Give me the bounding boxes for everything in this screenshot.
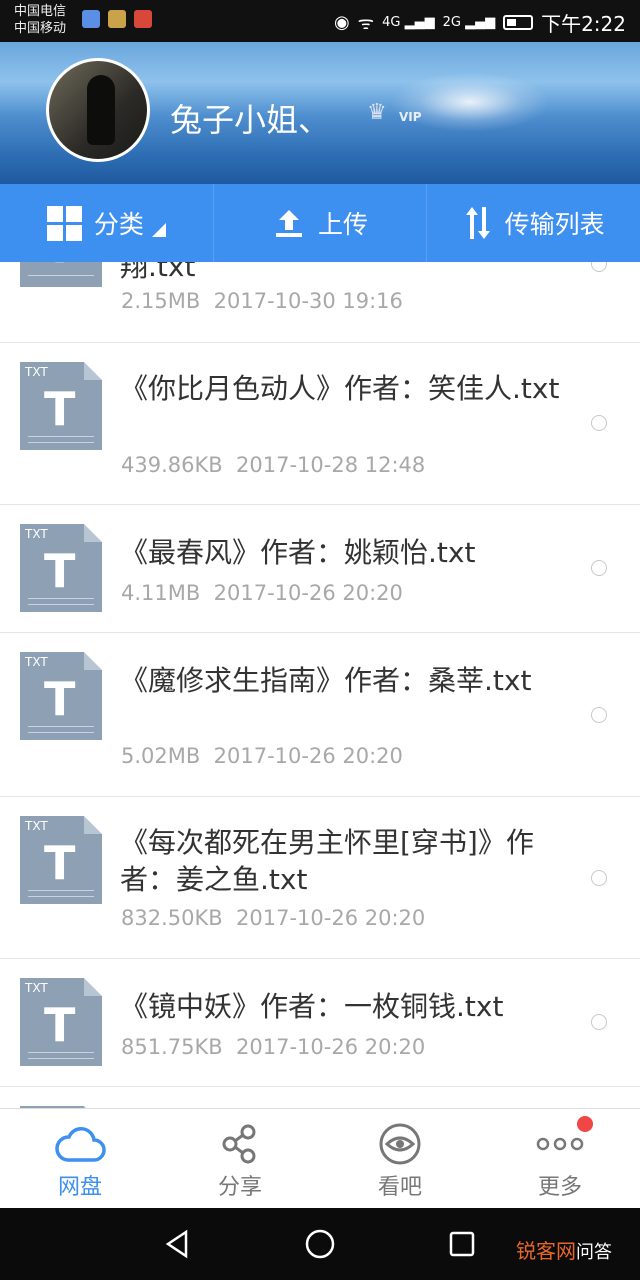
file-name: 翔.txt <box>120 262 196 283</box>
nav-watch-label: 看吧 <box>377 1175 422 1200</box>
txt-file-icon: TXT T <box>20 816 102 904</box>
status-bar: 中国电信 中国移动 ◉ ᯤ 4G ▂▄▆ 2G ▂▄▆ 下午2:22 <box>0 0 640 42</box>
carrier-1: 中国电信 <box>14 4 67 19</box>
select-radio[interactable] <box>591 262 607 272</box>
transfer-list-label: 传输列表 <box>504 210 605 239</box>
grid-icon <box>46 205 82 241</box>
more-dots-icon <box>536 1137 584 1151</box>
recents-icon[interactable] <box>444 1226 480 1262</box>
txt-file-icon: TXT T <box>20 652 102 740</box>
signal-1-icon: 4G ▂▄▆ <box>382 15 435 30</box>
clock: 下午2:22 <box>541 12 626 36</box>
nav-netdisk-label: 网盘 <box>57 1175 102 1200</box>
file-name: 《你比月色动人》作者：笑佳人.txt <box>120 372 560 405</box>
signal-2-icon: 2G ▂▄▆ <box>442 15 496 30</box>
avatar-figure <box>87 75 115 145</box>
nav-more[interactable]: 更多 <box>505 1116 615 1201</box>
avatar[interactable] <box>46 58 150 162</box>
file-row[interactable]: TXT T 《你比月色动人》作者：笑佳人.txt 439.86KB 2017-1… <box>0 342 640 505</box>
watermark: 锐客网问答 <box>516 1239 612 1263</box>
category-button[interactable]: 分类 <box>0 184 214 262</box>
action-toolbar: 分类 上传 传输列表 <box>0 184 640 262</box>
profile-header: 兔子小姐、 ♛ VIP <box>0 42 640 184</box>
nav-more-label: 更多 <box>537 1175 582 1200</box>
nav-watch[interactable]: 看吧 <box>345 1119 455 1201</box>
bottom-nav: 网盘 分享 看吧 更多 <box>0 1108 640 1209</box>
file-meta: 5.02MB 2017-10-26 20:20 <box>121 744 403 768</box>
crown-icon: ♛ <box>367 100 387 125</box>
transfer-arrows-icon <box>465 207 490 239</box>
file-row[interactable]: TXT T 《镜中妖》作者：一枚铜钱.txt 851.75KB 2017-10-… <box>0 958 640 1087</box>
app-notification-icon <box>134 10 152 28</box>
file-list: TXT T 翔.txt 2.15MB 2017-10-30 19:16 TXT … <box>0 262 640 1108</box>
transfer-list-button[interactable]: 传输列表 <box>427 184 640 262</box>
nav-share-label: 分享 <box>217 1175 262 1200</box>
eye-comfort-icon: ◉ <box>333 12 350 33</box>
txt-file-icon: TXT T <box>20 262 102 287</box>
vip-badge[interactable]: ♛ VIP <box>367 100 429 128</box>
username[interactable]: 兔子小姐、 <box>170 95 330 141</box>
file-meta: 851.75KB 2017-10-26 20:20 <box>121 1035 426 1059</box>
category-label: 分类 <box>93 210 144 239</box>
carrier-2: 中国移动 <box>14 21 67 36</box>
select-radio[interactable] <box>591 560 607 576</box>
carrier-info: 中国电信 中国移动 <box>14 3 66 37</box>
txt-file-icon: TXT T <box>20 524 102 612</box>
file-meta: 2.15MB 2017-10-30 19:16 <box>121 289 403 313</box>
nav-netdisk[interactable]: 网盘 <box>25 1119 135 1201</box>
notification-icons <box>82 10 152 28</box>
file-row[interactable]: TXT T 《魔修求生指南》作者：桑莘.txt 5.02MB 2017-10-2… <box>0 632 640 797</box>
dropdown-triangle-icon <box>151 223 166 237</box>
battery-icon <box>503 15 534 30</box>
file-name: 《每次都死在男主怀里[穿书]》作者：姜之鱼.txt <box>120 826 534 896</box>
notification-badge <box>577 1116 593 1132</box>
eye-icon <box>379 1123 421 1165</box>
file-row[interactable]: TXT T 翔.txt 2.15MB 2017-10-30 19:16 <box>0 262 640 343</box>
nav-share[interactable]: 分享 <box>185 1119 295 1201</box>
txt-file-icon: TXT T <box>20 978 102 1066</box>
upload-button[interactable]: 上传 <box>214 184 428 262</box>
select-radio[interactable] <box>591 415 607 431</box>
photo-notification-icon <box>108 10 126 28</box>
file-row[interactable]: TXT T 《最春风》作者：姚颖怡.txt 4.11MB 2017-10-26 … <box>0 504 640 633</box>
upload-label: 上传 <box>318 210 369 239</box>
back-icon[interactable] <box>160 1226 196 1262</box>
file-meta: 4.11MB 2017-10-26 20:20 <box>121 581 403 605</box>
file-name: 《镜中妖》作者：一枚铜钱.txt <box>120 990 504 1023</box>
select-radio[interactable] <box>591 870 607 886</box>
wifi-icon: ᯤ <box>357 12 375 34</box>
file-meta: 832.50KB 2017-10-26 20:20 <box>121 906 426 930</box>
share-icon <box>222 1124 256 1164</box>
file-name: 《最春风》作者：姚颖怡.txt <box>120 536 476 569</box>
file-meta: 439.86KB 2017-10-28 12:48 <box>121 453 426 477</box>
file-name: 《魔修求生指南》作者：桑莘.txt <box>120 664 532 697</box>
select-radio[interactable] <box>591 707 607 723</box>
upload-icon <box>276 210 302 237</box>
baidu-netdisk-notification-icon <box>82 10 100 28</box>
file-row[interactable]: TXT T 《每次都死在男主怀里[穿书]》作者：姜之鱼.txt 832.50KB… <box>0 796 640 959</box>
home-icon[interactable] <box>302 1226 338 1262</box>
txt-file-icon: TXT T <box>20 362 102 450</box>
file-row[interactable] <box>0 1086 640 1108</box>
select-radio[interactable] <box>591 1014 607 1030</box>
cloud-icon <box>55 1127 106 1162</box>
